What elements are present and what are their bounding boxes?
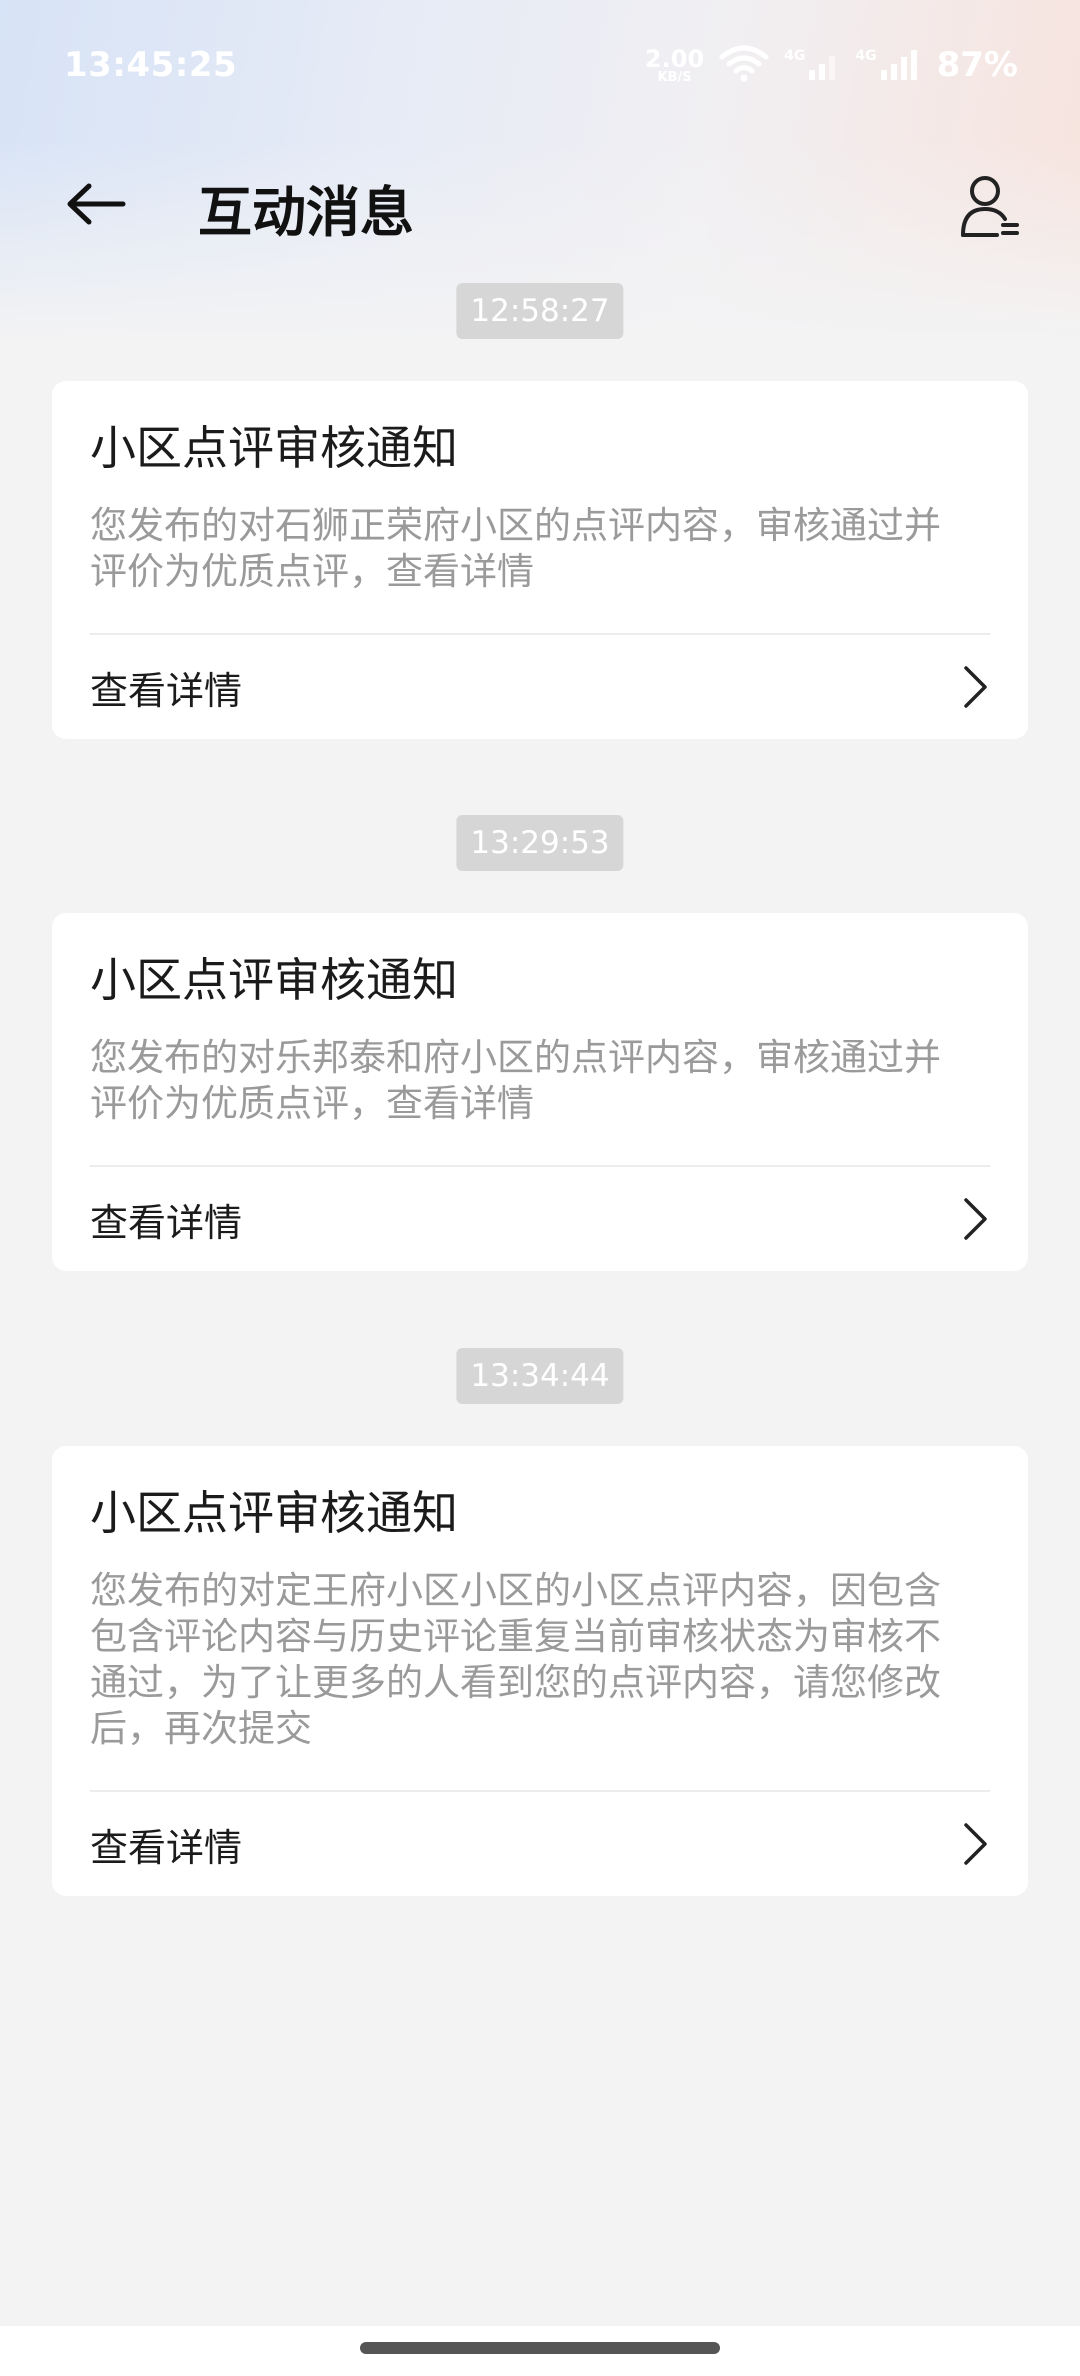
status-bar: 13:45:25 2.00 KB/S 4G 4G 87% [0,0,1080,130]
signal-icon-sim1: 4G [784,48,841,82]
message-card: 小区点评审核通知 您发布的对乐邦泰和府小区的点评内容，审核通过并 评价为优质点评… [52,913,1028,1271]
network-speed: 2.00 KB/S [645,47,704,84]
network-speed-value: 2.00 [644,44,705,73]
user-icon [961,176,1019,237]
network-speed-unit: KB/S [657,69,692,85]
message-body-line: 后，再次提交 [90,1707,312,1750]
message-timestamp: 13:29:53 [456,815,624,871]
view-details-label: 查看详情 [90,1825,243,1870]
message-timestamp: 12:58:27 [456,283,624,339]
message-card: 小区点评审核通知 您发布的对定王府小区小区的小区点评内容，因包含 包含评论内容与… [52,1446,1028,1896]
message-body: 您发布的对石狮正荣府小区的点评内容，审核通过并 评价为优质点评，查看详情 [90,503,990,595]
message-body-line: 评价为优质点评，查看详情 [90,1082,534,1125]
chevron-right-icon [964,1823,987,1865]
message-body: 您发布的对定王府小区小区的小区点评内容，因包含 包含评论内容与历史评论重复当前审… [90,1568,990,1752]
chevron-right-icon [964,666,987,708]
chevron-right-icon [964,1198,987,1240]
app-header: 互动消息 [0,150,1080,260]
view-details-row[interactable]: 查看详情 [90,1792,990,1896]
back-button[interactable] [58,174,134,234]
status-icons: 2.00 KB/S 4G 4G 87% [645,43,1018,87]
message-title: 小区点评审核通知 [90,953,458,1007]
view-details-label: 查看详情 [90,668,243,713]
view-details-row[interactable]: 查看详情 [90,635,990,739]
message-body: 您发布的对乐邦泰和府小区的点评内容，审核通过并 评价为优质点评，查看详情 [90,1035,990,1127]
message-body-line: 通过，为了让更多的人看到您的点评内容，请您修改 [90,1661,941,1704]
battery-level: 87% [936,45,1018,85]
message-body-line: 评价为优质点评，查看详情 [90,550,534,593]
home-indicator[interactable] [360,2342,720,2354]
message-body-line: 您发布的对定王府小区小区的小区点评内容，因包含 [90,1569,941,1612]
message-body-line: 您发布的对乐邦泰和府小区的点评内容，审核通过并 [90,1036,941,1079]
message-body-line: 包含评论内容与历史评论重复当前审核状态为审核不 [90,1615,941,1658]
message-title: 小区点评审核通知 [90,421,458,475]
view-details-label: 查看详情 [90,1200,243,1245]
status-time: 13:45:25 [64,45,238,85]
message-body-line: 您发布的对石狮正荣府小区的点评内容，审核通过并 [90,504,941,547]
page-title: 互动消息 [198,181,414,244]
message-card: 小区点评审核通知 您发布的对石狮正荣府小区的点评内容，审核通过并 评价为优质点评… [52,381,1028,739]
user-settings-button[interactable] [952,168,1028,244]
message-title: 小区点评审核通知 [90,1486,458,1540]
wifi-icon [718,43,770,87]
view-details-row[interactable]: 查看详情 [90,1167,990,1271]
arrow-left-icon [67,183,126,225]
message-timestamp: 13:34:44 [456,1348,624,1404]
signal-icon-sim2: 4G [855,48,922,82]
